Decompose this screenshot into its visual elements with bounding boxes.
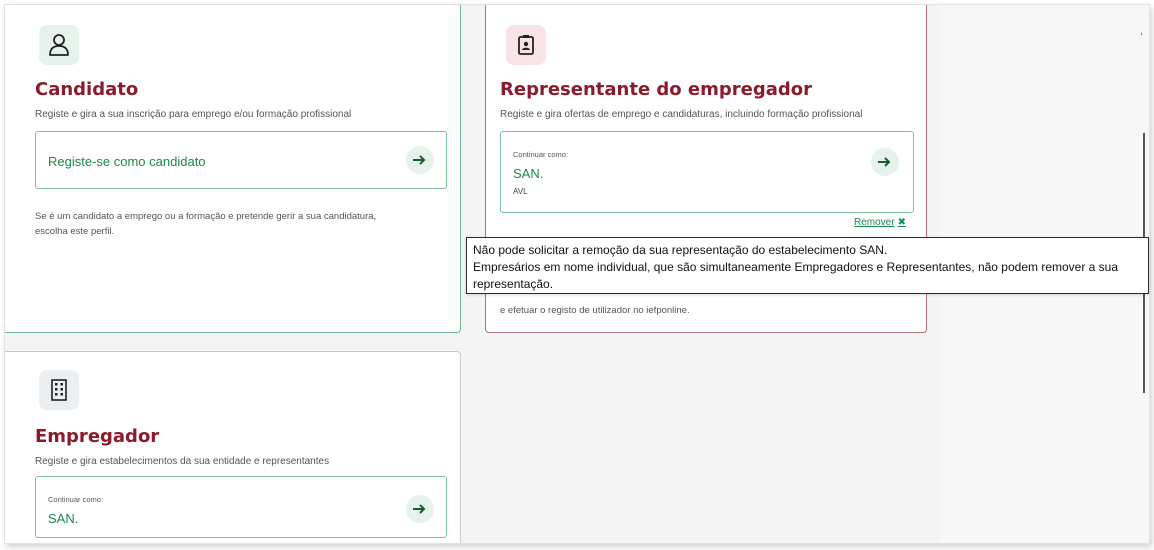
remove-representation-tooltip: Não pode solicitar a remoção da sua repr… — [466, 237, 1149, 294]
continue-as-subtext: AVL — [513, 187, 528, 196]
empregador-title: Empregador — [35, 426, 160, 447]
representante-subtitle: Registe e gira ofertas de emprego e cand… — [500, 109, 863, 120]
candidato-description-line: Se é um candidato a emprego ou a formaçã… — [35, 211, 377, 222]
arrow-right-icon — [413, 504, 426, 514]
remove-representation-link[interactable]: Remover ✖ — [854, 217, 906, 228]
candidato-description: Se é um candidato a emprego ou a formaçã… — [35, 209, 445, 239]
candidato-card: Candidato Registe e gira a sua inscrição… — [5, 5, 461, 333]
tooltip-line: representação. — [473, 277, 554, 291]
remove-label[interactable]: Remover — [854, 217, 895, 228]
representante-description: e efetuar o registo de utilizador no ief… — [500, 305, 690, 316]
continue-representante-arrow-button[interactable] — [871, 148, 899, 176]
empregador-card: Empregador Registe e gira estabeleciment… — [5, 351, 461, 543]
continue-as-empregador-box[interactable]: Continuar como: SAN. — [35, 476, 447, 538]
arrow-right-icon — [413, 155, 426, 165]
arrow-right-icon — [878, 157, 891, 167]
user-icon — [39, 25, 79, 65]
continue-as-name: SAN. — [513, 166, 544, 181]
register-candidate-box[interactable]: Registe-se como candidato — [35, 131, 447, 189]
close-icon: ✖ — [897, 217, 906, 228]
continue-as-label: Continuar como: — [48, 495, 104, 504]
continue-empregador-arrow-button[interactable] — [406, 495, 434, 523]
candidato-title: Candidato — [35, 79, 139, 100]
continue-as-label: Continuar como: — [513, 150, 569, 159]
empregador-subtitle: Registe e gira estabelecimentos da sua e… — [35, 456, 330, 467]
candidato-subtitle: Registe e gira a sua inscrição para empr… — [35, 109, 352, 120]
tooltip-line: Empresários em nome individual, que são … — [473, 260, 1119, 274]
continue-as-representante-box[interactable]: Continuar como: SAN. AVL — [500, 131, 914, 213]
register-candidate-link[interactable]: Registe-se como candidato — [48, 154, 206, 169]
building-icon — [39, 370, 79, 410]
continue-as-name: SAN. — [48, 511, 79, 526]
tooltip-line: Não pode solicitar a remoção da sua repr… — [473, 243, 888, 257]
representante-title: Representante do empregador — [500, 79, 813, 100]
candidato-description-line: escolha este perfil. — [35, 226, 115, 237]
scroll-up-indicator[interactable]: ‘ — [1141, 31, 1143, 43]
badge-icon — [506, 25, 546, 65]
register-candidate-arrow-button[interactable] — [406, 146, 434, 174]
